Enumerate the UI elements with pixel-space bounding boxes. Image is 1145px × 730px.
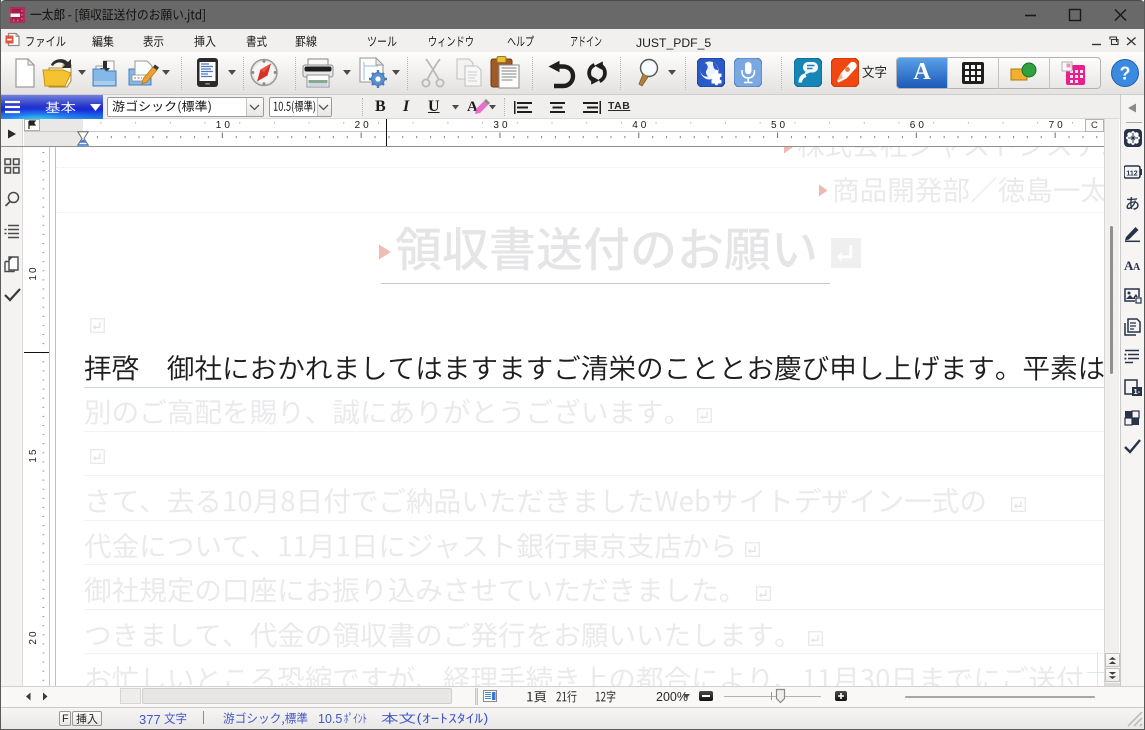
- svg-text:112: 112: [1126, 171, 1137, 178]
- svg-text:1-: 1-: [1134, 387, 1141, 396]
- svg-text:?: ?: [1120, 64, 1131, 84]
- svg-text:A: A: [1133, 262, 1141, 273]
